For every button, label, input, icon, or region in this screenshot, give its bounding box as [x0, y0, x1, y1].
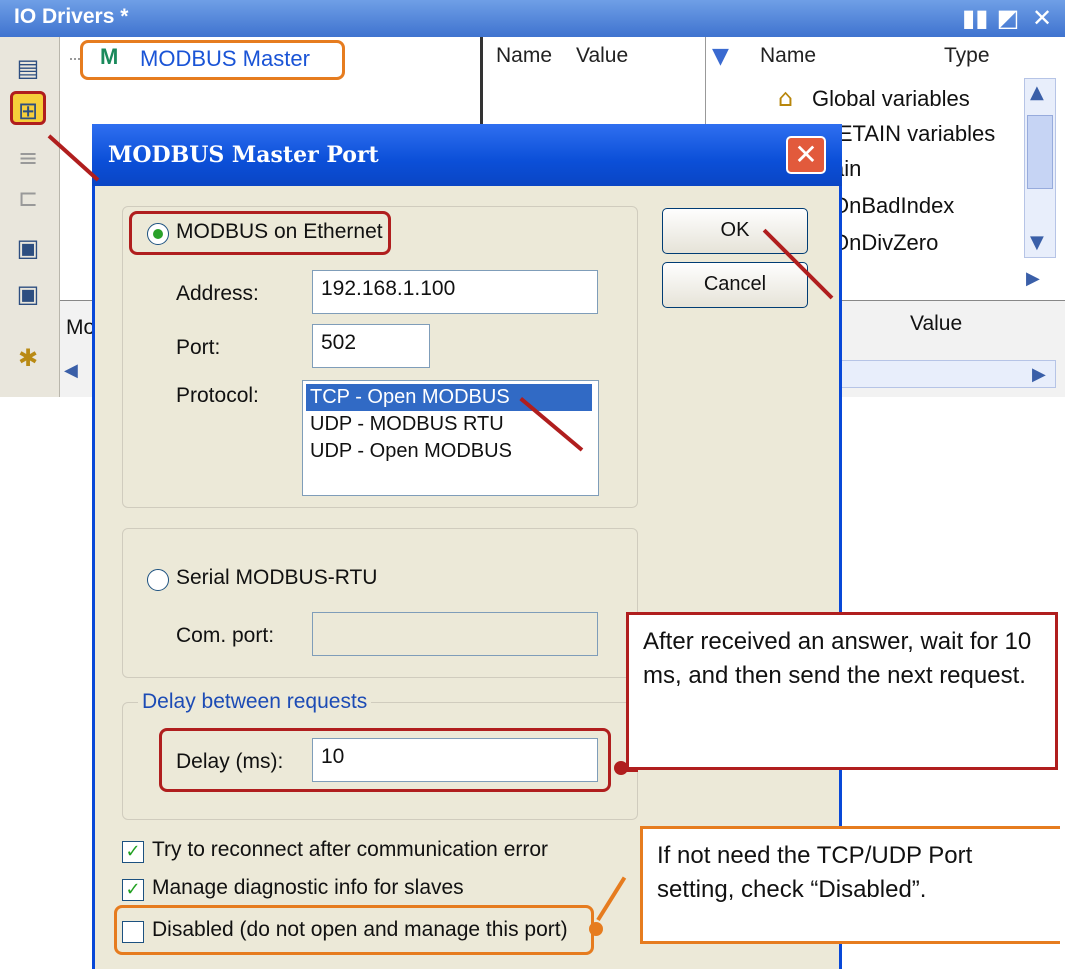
io-drivers-toolbar: ▤ ⊞ ≡ ⊏ ▣ ▣ ✱ — [0, 37, 60, 397]
address-input[interactable]: 192.168.1.100 — [312, 270, 598, 314]
home-icon: ⌂ — [778, 84, 794, 112]
protocol-option[interactable]: UDP - Open MODBUS — [306, 438, 592, 465]
com-port-label: Com. port: — [176, 624, 275, 647]
io-drivers-title: IO Drivers * — [14, 5, 129, 28]
protocol-option[interactable]: TCP - Open MODBUS — [306, 384, 592, 411]
reconnect-checkbox[interactable]: ✓ — [122, 841, 144, 863]
tree-icon[interactable]: ▤ — [10, 51, 46, 85]
grid-col-value[interactable]: Value — [576, 44, 628, 68]
plug-icon[interactable]: ⊏ — [10, 181, 46, 215]
cancel-button[interactable]: Cancel — [662, 262, 808, 308]
address-label: Address: — [176, 282, 259, 305]
var-row[interactable]: RETAIN variables — [822, 121, 995, 147]
vars-col-type[interactable]: Type — [944, 44, 990, 68]
protocol-label: Protocol: — [176, 384, 259, 407]
scroll-thumb[interactable] — [1027, 115, 1053, 189]
scroll-down-icon[interactable]: ▼ — [1030, 232, 1044, 253]
dialog-title: MODBUS Master Port — [108, 142, 379, 168]
serial-radio[interactable] — [147, 569, 169, 591]
network-icon[interactable]: ⊞ — [10, 91, 46, 125]
highlight-delay — [159, 728, 611, 792]
vars-col-name[interactable]: Name — [760, 44, 816, 68]
delay-callout: After received an answer, wait for 10 ms… — [626, 612, 1058, 770]
vars-scrollbar[interactable] — [1024, 78, 1056, 258]
var-row[interactable]: OnBadIndex — [832, 193, 954, 219]
scroll-right-icon[interactable]: ▶ — [1032, 364, 1046, 385]
tree-item-label: MODBUS Master — [140, 46, 310, 71]
serial-radio-label[interactable]: Serial MODBUS-RTU — [176, 566, 377, 590]
disabled-callout: If not need the TCP/UDP Port setting, ch… — [640, 826, 1060, 944]
lower-value-header[interactable]: Value — [910, 312, 962, 336]
grid-col-name[interactable]: Name — [496, 44, 552, 68]
scroll-right-icon[interactable]: ▶ — [1026, 268, 1040, 289]
float-icon[interactable]: ◩ — [996, 6, 1020, 30]
port-label: Port: — [176, 336, 221, 359]
diagnostic-label[interactable]: Manage diagnostic info for slaves — [152, 876, 464, 900]
diagnostic-checkbox[interactable]: ✓ — [122, 879, 144, 901]
lower-grid-header: Mo — [66, 316, 96, 339]
io-drivers-title-bar: IO Drivers * ▮▮ ◩ ✕ — [0, 0, 1065, 37]
scroll-up-icon[interactable]: ▲ — [1030, 82, 1044, 103]
var-row[interactable]: OnDivZero — [832, 230, 938, 256]
link-icon[interactable]: ✱ — [10, 341, 46, 375]
port-input[interactable]: 502 — [312, 324, 430, 368]
split-icon[interactable]: ▮▮ — [962, 6, 988, 30]
horizontal-scrollbar[interactable] — [838, 360, 1056, 388]
reconnect-label[interactable]: Try to reconnect after communication err… — [152, 838, 548, 862]
export-icon[interactable]: ▣ — [10, 277, 46, 311]
highlight-disabled — [114, 905, 594, 955]
list-icon[interactable]: ≡ — [10, 141, 46, 175]
connector-dot — [614, 761, 628, 775]
dialog-close-button[interactable]: ✕ — [786, 136, 826, 174]
dialog-title-bar: MODBUS Master Port — [92, 124, 842, 186]
com-port-input[interactable] — [312, 612, 598, 656]
scroll-left-icon[interactable]: ◀ — [64, 360, 78, 381]
import-icon[interactable]: ▣ — [10, 231, 46, 265]
connector-dot-orange — [589, 922, 603, 936]
filter-icon[interactable]: ▼ — [712, 44, 729, 69]
close-icon[interactable]: ✕ — [1030, 6, 1054, 30]
ok-button[interactable]: OK — [662, 208, 808, 254]
modbus-master-icon: M — [100, 44, 119, 69]
var-row[interactable]: Global variables — [812, 86, 970, 112]
delay-group-label: Delay between requests — [138, 690, 372, 714]
highlight-ethernet — [129, 211, 391, 255]
